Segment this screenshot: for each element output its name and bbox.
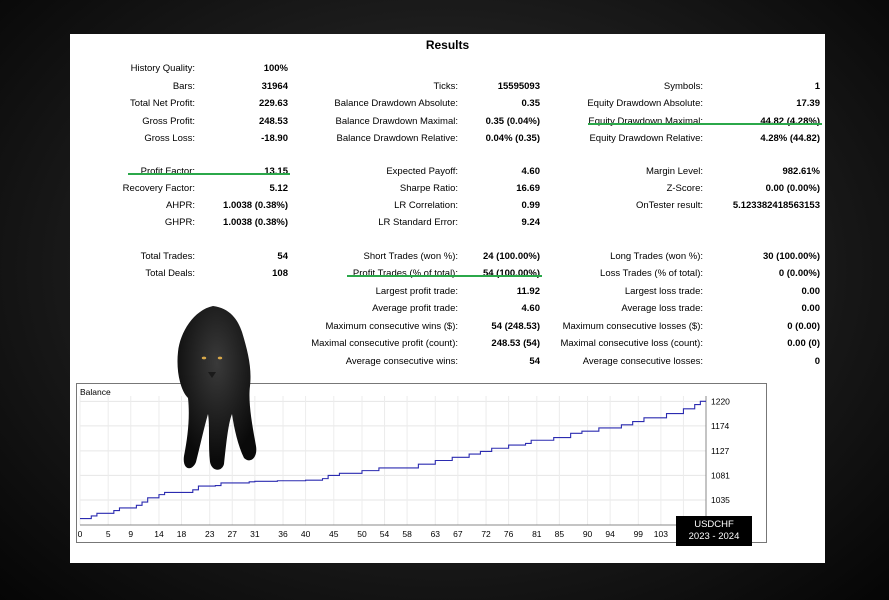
badge-symbol: USDCHF — [694, 519, 734, 530]
x-tick-label: 50 — [357, 529, 367, 539]
badge-period: 2023 - 2024 — [688, 531, 740, 542]
highlight-underline — [347, 275, 542, 277]
stat-value: 0 (0.00%) — [778, 268, 820, 279]
stat-value: 0.00 — [801, 286, 821, 297]
x-tick-label: 40 — [301, 529, 311, 539]
stat-label: Equity Drawdown Absolute: — [587, 98, 703, 109]
stat-value: 0.00 (0.00%) — [765, 183, 820, 194]
stat-label: History Quality: — [130, 63, 195, 74]
stat-value: 30 (100.00%) — [762, 251, 820, 262]
stat-value: 100% — [263, 63, 288, 74]
stat-value: 4.28% (44.82) — [760, 133, 820, 144]
stat-label: OnTester result: — [635, 200, 703, 211]
stat-value: 5.123382418563153 — [732, 200, 820, 211]
stat-row: History Quality: 100% — [70, 63, 825, 78]
stat-label: Equity Drawdown Maximal: — [588, 116, 703, 127]
stat-value: 0.00 — [801, 303, 821, 314]
x-tick-label: 0 — [78, 529, 83, 539]
x-tick-label: 99 — [634, 529, 644, 539]
stat-row: Equity Drawdown Absolute: 17.39 — [70, 98, 825, 113]
stat-label: Margin Level: — [645, 166, 703, 177]
x-tick-label: 81 — [532, 529, 542, 539]
stat-value: 0.00 (0) — [787, 338, 820, 349]
stat-label: Symbols: — [663, 81, 703, 92]
stat-label: Average loss trade: — [621, 303, 703, 314]
x-tick-label: 27 — [228, 529, 238, 539]
stat-label: Long Trades (won %): — [610, 251, 703, 262]
stat-value: 1 — [814, 81, 820, 92]
x-tick-label: 103 — [654, 529, 668, 539]
report-title: Results — [425, 38, 470, 52]
stat-label: Maximal consecutive loss (count): — [560, 338, 703, 349]
y-tick-label: 1174 — [711, 421, 730, 431]
stat-label: Maximum consecutive losses ($): — [562, 321, 703, 332]
stat-row: Symbols: 1 — [70, 81, 825, 96]
stat-label: LR Standard Error: — [378, 217, 458, 228]
stat-value: 0 (0.00) — [787, 321, 820, 332]
stat-row: OnTester result: 5.123382418563153 — [70, 200, 825, 215]
x-tick-label: 45 — [329, 529, 339, 539]
x-tick-label: 9 — [128, 529, 133, 539]
y-tick-label: 1220 — [711, 396, 730, 406]
stat-row: Z-Score: 0.00 (0.00%) — [70, 183, 825, 198]
x-tick-label: 31 — [250, 529, 260, 539]
x-tick-label: 90 — [583, 529, 593, 539]
x-tick-label: 18 — [177, 529, 187, 539]
stat-row: Largest loss trade: 0.00 — [70, 286, 825, 301]
stat-label: Average consecutive losses: — [582, 356, 703, 367]
stat-value: 44.82 (4.28%) — [760, 116, 820, 127]
x-tick-label: 67 — [453, 529, 463, 539]
y-tick-label: 1127 — [711, 446, 730, 456]
stat-label: Z-Score: — [666, 183, 703, 194]
stat-label: Loss Trades (% of total): — [600, 268, 703, 279]
y-tick-label: 1081 — [711, 470, 730, 480]
panther-image — [177, 306, 257, 470]
x-tick-label: 72 — [481, 529, 491, 539]
stat-value: 982.61% — [782, 166, 820, 177]
stat-value: 17.39 — [796, 98, 820, 109]
stat-value: 0 — [814, 356, 820, 367]
symbol-badge: USDCHF 2023 - 2024 — [676, 516, 752, 546]
x-tick-label: 23 — [205, 529, 215, 539]
report-sheet: Results History Quality: 100% Bars: 31964 To… — [70, 34, 825, 563]
stat-label: Largest loss trade: — [624, 286, 703, 297]
x-tick-label: 76 — [504, 529, 514, 539]
stat-row: Equity Drawdown Relative: 4.28% (44.82) — [70, 133, 825, 148]
x-tick-label: 54 — [380, 529, 390, 539]
stat-label: Equity Drawdown Relative: — [589, 133, 703, 144]
x-tick-label: 63 — [431, 529, 441, 539]
x-tick-label: 14 — [154, 529, 164, 539]
stat-row: Long Trades (won %): 30 (100.00%) — [70, 251, 825, 266]
x-tick-label: 5 — [106, 529, 111, 539]
y-tick-label: 1035 — [711, 495, 730, 505]
x-tick-label: 36 — [278, 529, 288, 539]
x-tick-label: 85 — [555, 529, 565, 539]
highlight-underline — [128, 173, 290, 175]
stat-value: 9.24 — [521, 217, 541, 228]
x-tick-label: 58 — [402, 529, 412, 539]
stat-row: LR Standard Error: 9.24 — [70, 217, 825, 232]
x-tick-label: 94 — [605, 529, 615, 539]
highlight-underline — [588, 123, 822, 125]
